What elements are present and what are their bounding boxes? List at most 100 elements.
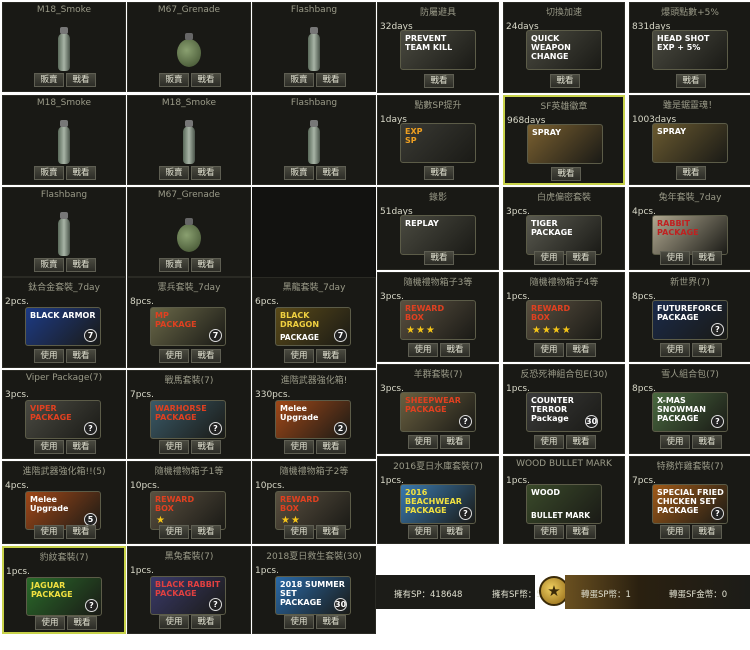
inventory-slot[interactable]: 爆頭點數+5% 831days HEAD SHOT EXP + 5% 戰看	[629, 2, 750, 93]
view-button[interactable]: 戰看	[692, 251, 722, 265]
use-button[interactable]: 使用	[159, 615, 189, 629]
inventory-slot[interactable]: 防屬避具 32days PREVENT TEAM KILL 戰看	[377, 2, 499, 93]
inventory-slot[interactable]: 2016夏日水庫套裝(7) 1pcs. 2016 BEACHWEAR PACKAGE…	[377, 456, 499, 544]
sell-button[interactable]: 販賣	[34, 73, 64, 87]
view-button[interactable]: 戰看	[676, 74, 706, 88]
view-button[interactable]: 戰看	[316, 525, 346, 539]
inventory-slot[interactable]: 戰馬套裝(7) 7pcs. WARHORSE PACKAGE? 使用 戰看	[127, 370, 251, 459]
inventory-slot[interactable]: 豹紋套裝(7) 1pcs. JAGUAR PACKAGE? 使用 戰看	[2, 546, 126, 634]
view-button[interactable]: 戰看	[316, 73, 346, 87]
view-button[interactable]: 戰看	[191, 258, 221, 272]
sell-button[interactable]: 販賣	[34, 166, 64, 180]
inventory-slot[interactable]: M67_Grenade 販賣 戰看	[127, 2, 251, 92]
view-button[interactable]: 戰看	[424, 74, 454, 88]
view-button[interactable]: 戰看	[692, 435, 722, 449]
view-button[interactable]: 戰看	[66, 440, 96, 454]
inventory-slot[interactable]: Flashbang 販賣 戰看	[252, 95, 376, 185]
sell-button[interactable]: 販賣	[284, 73, 314, 87]
inventory-slot[interactable]: M18_Smoke 販賣 戰看	[2, 95, 126, 185]
inventory-slot[interactable]: 隨機禮物箱子3等 3pcs. REWARD BOX ★★★ 使用 戰看	[377, 272, 499, 362]
view-button[interactable]: 戰看	[566, 435, 596, 449]
view-button[interactable]: 戰看	[440, 525, 470, 539]
inventory-slot[interactable]: 特務炸雞套裝(7) 7pcs. SPECIAL FRIED CHICKEN SET …	[629, 456, 750, 544]
inventory-slot[interactable]: Viper Package(7) 3pcs. VIPER PACKAGE? 使用 戰看	[2, 370, 126, 459]
view-button[interactable]: 戰看	[692, 343, 722, 357]
inventory-slot[interactable]: 新世界(7) 8pcs. FUTUREFORCE PACKAGE? 使用 戰看	[629, 272, 750, 362]
inventory-slot[interactable]: M18_Smoke 販賣 戰看	[127, 95, 251, 185]
use-button[interactable]: 使用	[284, 615, 314, 629]
view-button[interactable]: 戰看	[66, 258, 96, 272]
view-button[interactable]: 戰看	[316, 615, 346, 629]
inventory-slot[interactable]: 雪人組合包(7) 8pcs. X-MAS SNOWMAN PACKAGE? 使用 戰看	[629, 364, 750, 454]
inventory-slot[interactable]: Flashbang 販賣 戰看	[2, 187, 126, 277]
use-button[interactable]: 使用	[284, 349, 314, 363]
view-button[interactable]: 戰看	[676, 166, 706, 180]
sell-button[interactable]: 販賣	[159, 166, 189, 180]
use-button[interactable]: 使用	[34, 525, 64, 539]
view-button[interactable]: 戰看	[191, 525, 221, 539]
inventory-slot[interactable]: 切換加速 24days QUICK WEAPON CHANGE 戰看	[503, 2, 625, 93]
use-button[interactable]: 使用	[284, 440, 314, 454]
inventory-slot[interactable]: 隨機禮物箱子4等 1pcs. REWARD BOX ★★★★ 使用 戰看	[503, 272, 625, 362]
view-button[interactable]: 戰看	[566, 251, 596, 265]
view-button[interactable]: 戰看	[191, 166, 221, 180]
view-button[interactable]: 戰看	[551, 167, 581, 181]
use-button[interactable]: 使用	[660, 343, 690, 357]
view-button[interactable]: 戰看	[424, 251, 454, 265]
use-button[interactable]: 使用	[408, 525, 438, 539]
inventory-slot[interactable]: 鈦合金套裝_7day 2pcs. BLACK ARMOR 7 使用 戰看	[2, 277, 126, 368]
inventory-slot[interactable]: 黑兔套裝(7) 1pcs. BLACK RABBIT PACKAGE? 使用 戰看	[127, 546, 251, 634]
sell-button[interactable]: 販賣	[159, 73, 189, 87]
inventory-slot[interactable]: Flashbang 販賣 戰看	[252, 2, 376, 92]
inventory-slot[interactable]: 雖是鋸靈魂！ 1003days SPRAY 戰看	[629, 95, 750, 185]
view-button[interactable]: 戰看	[316, 349, 346, 363]
use-button[interactable]: 使用	[534, 435, 564, 449]
view-button[interactable]: 戰看	[566, 343, 596, 357]
use-button[interactable]: 使用	[660, 525, 690, 539]
view-button[interactable]: 戰看	[440, 343, 470, 357]
use-button[interactable]: 使用	[284, 525, 314, 539]
use-button[interactable]: 使用	[159, 440, 189, 454]
use-button[interactable]: 使用	[408, 435, 438, 449]
sell-button[interactable]: 販賣	[159, 258, 189, 272]
view-button[interactable]: 戰看	[191, 73, 221, 87]
use-button[interactable]: 使用	[159, 525, 189, 539]
inventory-slot[interactable]: 錄影 51days REPLAY 戰看	[377, 187, 499, 270]
view-button[interactable]: 戰看	[191, 349, 221, 363]
inventory-slot[interactable]: WOOD BULLET MARK 1pcs. WOOD BULLET MARK 使用 戰看	[503, 456, 625, 544]
inventory-slot[interactable]: 隨機禮物箱子1等 10pcs. REWARD BOX ★ 使用 戰看	[127, 461, 251, 544]
use-button[interactable]: 使用	[35, 616, 65, 630]
use-button[interactable]: 使用	[159, 349, 189, 363]
view-button[interactable]: 戰看	[316, 440, 346, 454]
inventory-slot[interactable]: 隨機禮物箱子2等 10pcs. REWARD BOX ★★ 使用 戰看	[252, 461, 376, 544]
use-button[interactable]: 使用	[534, 251, 564, 265]
view-button[interactable]: 戰看	[191, 615, 221, 629]
use-button[interactable]: 使用	[534, 343, 564, 357]
inventory-slot[interactable]: 兔年套裝_7day 4pcs. RABBIT PACKAGE 使用 戰看	[629, 187, 750, 270]
inventory-slot[interactable]: 2018夏日救生套裝(30) 1pcs. 2018 SUMMER SET PACKA…	[252, 546, 376, 634]
view-button[interactable]: 戰看	[66, 525, 96, 539]
inventory-slot[interactable]: 黑龍套裝_7day 6pcs. BLACK DRAGON PACKAGE 7 使用 戰看	[252, 277, 376, 368]
use-button[interactable]: 使用	[660, 251, 690, 265]
inventory-slot[interactable]: SF英雄徽章 968days SPRAY 戰看	[503, 95, 625, 185]
use-button[interactable]: 使用	[660, 435, 690, 449]
inventory-slot[interactable]: 進階武器強化箱! 330pcs. Melee Upgrade 2 使用 戰看	[252, 370, 376, 459]
view-button[interactable]: 戰看	[66, 349, 96, 363]
use-button[interactable]: 使用	[408, 343, 438, 357]
use-button[interactable]: 使用	[34, 349, 64, 363]
view-button[interactable]: 戰看	[316, 166, 346, 180]
view-button[interactable]: 戰看	[550, 74, 580, 88]
view-button[interactable]: 戰看	[67, 616, 97, 630]
inventory-slot[interactable]: 進階武器強化箱!!(5) 4pcs. Melee Upgrade 5 使用 戰看	[2, 461, 126, 544]
view-button[interactable]: 戰看	[440, 435, 470, 449]
sell-button[interactable]: 販賣	[34, 258, 64, 272]
inventory-slot[interactable]: 羊群套裝(7) 3pcs. SHEEPWEAR PACKAGE? 使用 戰看	[377, 364, 499, 454]
inventory-slot[interactable]: 反恐死神組合包E(30) 1pcs. COUNTER TERROR Package 3…	[503, 364, 625, 454]
view-button[interactable]: 戰看	[66, 73, 96, 87]
use-button[interactable]: 使用	[534, 525, 564, 539]
view-button[interactable]: 戰看	[424, 166, 454, 180]
view-button[interactable]: 戰看	[66, 166, 96, 180]
inventory-slot[interactable]: 白虎偏密套裝 3pcs. TIGER PACKAGE 使用 戰看	[503, 187, 625, 270]
use-button[interactable]: 使用	[34, 440, 64, 454]
inventory-slot[interactable]: 憲兵套裝_7day 8pcs. MP PACKAGE 7 使用 戰看	[127, 277, 251, 368]
